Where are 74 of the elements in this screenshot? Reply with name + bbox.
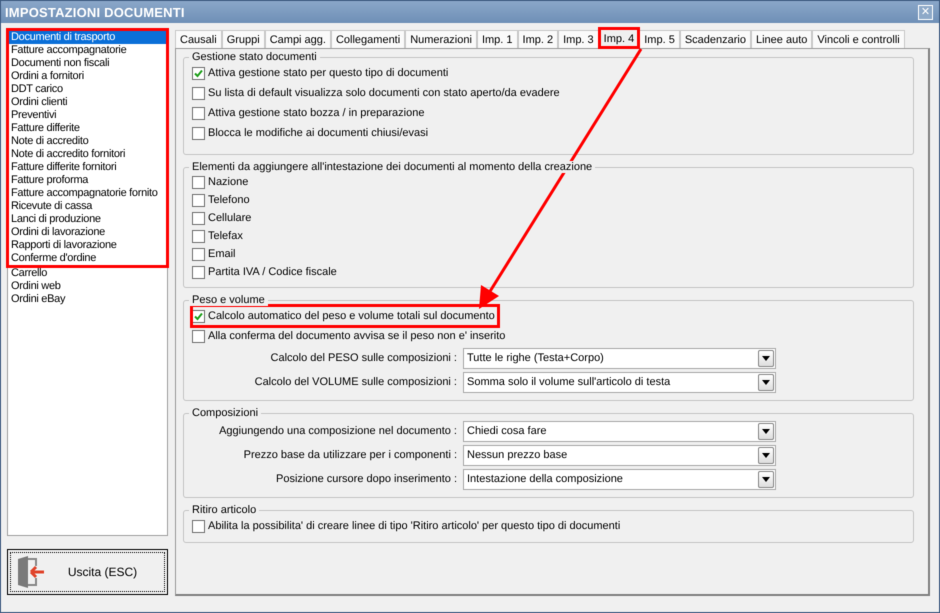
- group-title: Peso e volume: [189, 294, 268, 306]
- checkbox-option[interactable]: Abilita la possibilita' di creare linee di tipo 'Ritiro articolo' per questo tipo di documenti: [192, 516, 624, 536]
- checkbox[interactable]: [192, 86, 205, 100]
- checkbox[interactable]: [192, 176, 205, 188]
- exit-button[interactable]: Uscita (ESC): [7, 549, 168, 595]
- checkbox-option[interactable]: Alla conferma del documento avvisa se il peso non e' inserito: [192, 326, 508, 346]
- checkbox[interactable]: [192, 266, 205, 278]
- list-item[interactable]: Documenti non fiscali: [9, 57, 166, 70]
- tab[interactable]: Imp. 5: [639, 30, 680, 48]
- list-item[interactable]: Ricevute di cassa: [9, 200, 166, 213]
- window-title: IMPOSTAZIONI DOCUMENTI: [5, 4, 185, 20]
- checkbox-option[interactable]: Telefono: [192, 191, 253, 209]
- tab[interactable]: Imp. 1: [476, 30, 518, 48]
- tab[interactable]: Campi agg.: [264, 30, 331, 48]
- checkbox[interactable]: [192, 310, 205, 322]
- tab[interactable]: Linee auto: [750, 30, 812, 48]
- checkbox-option[interactable]: Su lista di default visualizza solo documenti con stato aperto/da evadere: [192, 83, 563, 103]
- list-item[interactable]: Fatture accompagnatorie: [9, 44, 166, 57]
- list-item[interactable]: Ordini a fornitori: [9, 70, 166, 83]
- field-label: Calcolo del PESO sulle composizioni :: [270, 352, 458, 364]
- dropdown-field[interactable]: Tutte le righe (Testa+Corpo): [463, 348, 776, 368]
- checkbox[interactable]: [192, 126, 205, 140]
- checkbox-option[interactable]: Partita IVA / Codice fiscale: [192, 263, 340, 281]
- field-label: Calcolo del VOLUME sulle composizioni :: [254, 376, 458, 388]
- checkbox[interactable]: [192, 194, 205, 206]
- tab[interactable]: Imp. 2: [518, 30, 558, 48]
- tab[interactable]: Collegamenti: [330, 30, 406, 48]
- tab[interactable]: Gruppi: [222, 30, 265, 48]
- exit-door-icon: [16, 556, 46, 588]
- checkbox[interactable]: [192, 248, 205, 260]
- dropdown-field[interactable]: Somma solo il volume sull'articolo di testa: [463, 372, 776, 392]
- list-item[interactable]: Lanci di produzione: [9, 213, 166, 226]
- tab[interactable]: Imp. 3: [558, 30, 599, 48]
- checkbox-option[interactable]: Telefax: [192, 227, 246, 245]
- field-label: Prezzo base da utilizzare per i componenti :: [242, 449, 458, 461]
- list-item[interactable]: Fatture differite: [9, 122, 166, 135]
- checkbox-option[interactable]: Nazione: [192, 173, 252, 191]
- list-item[interactable]: Note di accredito: [9, 135, 166, 148]
- checkbox[interactable]: [192, 66, 205, 80]
- field-label: Posizione cursore dopo inserimento :: [275, 473, 458, 485]
- list-item[interactable]: DDT carico: [9, 83, 166, 96]
- list-item[interactable]: Preventivi: [9, 109, 166, 122]
- list-item[interactable]: Ordini clienti: [9, 96, 166, 109]
- checkbox-option[interactable]: Blocca le modifiche ai documenti chiusi/evasi: [192, 123, 432, 143]
- list-item[interactable]: Conferme d'ordine: [9, 252, 166, 265]
- tab[interactable]: Numerazioni: [405, 30, 477, 48]
- checkbox[interactable]: [192, 330, 205, 342]
- tab[interactable]: Imp. 4: [598, 28, 640, 48]
- list-item[interactable]: Rapporti di lavorazione: [9, 239, 166, 252]
- checkbox-option[interactable]: Calcolo automatico del peso e volume totali sul documento: [192, 306, 498, 326]
- dropdown-field[interactable]: Nessun prezzo base: [463, 444, 776, 466]
- checkbox-option[interactable]: Attiva gestione stato bozza / in preparazione: [192, 103, 428, 123]
- list-item[interactable]: Ordini eBay: [9, 293, 166, 306]
- list-item[interactable]: Fatture accompagnatorie fornito: [9, 187, 166, 200]
- list-item[interactable]: Note di accredito fornitori: [9, 148, 166, 161]
- list-item[interactable]: Documenti di trasporto: [9, 31, 166, 44]
- field-label: Aggiungendo una composizione nel documento :: [218, 425, 458, 437]
- tab[interactable]: Causali: [175, 30, 222, 48]
- checkbox[interactable]: [192, 106, 205, 120]
- checkbox[interactable]: [192, 212, 205, 224]
- list-item[interactable]: Ordini web: [9, 280, 166, 293]
- list-item[interactable]: Fatture proforma: [9, 174, 166, 187]
- tab[interactable]: Scadenzario: [680, 30, 751, 48]
- checkbox-option[interactable]: Cellulare: [192, 209, 254, 227]
- dropdown-field[interactable]: Intestazione della composizione: [463, 468, 776, 490]
- checkbox-option[interactable]: Email: [192, 245, 239, 263]
- checkbox[interactable]: [192, 230, 205, 242]
- tab[interactable]: Vincoli e controlli: [812, 30, 905, 48]
- dropdown-field[interactable]: Chiedi cosa fare: [463, 420, 776, 442]
- checkbox[interactable]: [192, 520, 205, 532]
- list-item[interactable]: Carrello: [9, 267, 166, 280]
- list-item[interactable]: Ordini di lavorazione: [9, 226, 166, 239]
- checkbox-option[interactable]: Attiva gestione stato per questo tipo di documenti: [192, 63, 452, 83]
- list-item[interactable]: Fatture differite fornitori: [9, 161, 166, 174]
